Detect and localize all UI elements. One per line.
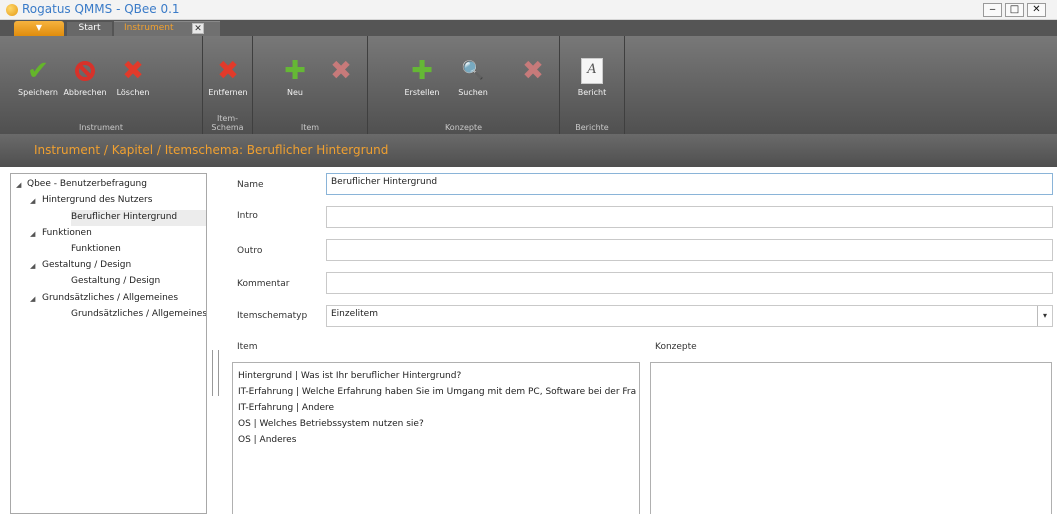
ribbon-group-instrument: ✔ Speichern Abbrechen ✖ Löschen Instrume… bbox=[0, 36, 203, 134]
create-concept-label: Erstellen bbox=[404, 88, 440, 97]
group-label-item-schema: Item-Schema bbox=[211, 114, 244, 132]
kommentar-field[interactable] bbox=[326, 272, 1053, 294]
list-item[interactable]: IT-Erfahrung | Andere bbox=[238, 403, 334, 413]
tree-node-chapter[interactable]: Gestaltung / Design bbox=[42, 260, 131, 270]
tree-node-itemschema[interactable]: Funktionen bbox=[71, 244, 121, 254]
ribbon-group-konzepte: ✚ Erstellen 🔍 Suchen ✖ Konzepte bbox=[368, 36, 560, 134]
expand-arrow-icon[interactable]: ◢ bbox=[30, 230, 35, 238]
search-concept-button[interactable]: 🔍 Suchen bbox=[453, 58, 493, 97]
window-title: Rogatus QMMS - QBee 0.1 bbox=[22, 2, 180, 16]
expand-arrow-icon[interactable]: ◢ bbox=[30, 197, 35, 205]
delete-button[interactable]: ✖ Löschen bbox=[113, 58, 153, 97]
name-field[interactable]: Beruflicher Hintergrund bbox=[326, 173, 1053, 195]
expand-arrow-icon[interactable]: ◢ bbox=[30, 262, 35, 270]
ribbon-group-berichte: A Bericht Berichte bbox=[560, 36, 625, 134]
report-label: Bericht bbox=[577, 88, 607, 97]
ribbon-group-item: ✚ Neu ✖ Item bbox=[253, 36, 368, 134]
search-concept-label: Suchen bbox=[458, 88, 488, 97]
konzepte-label: Konzepte bbox=[655, 342, 697, 352]
remove-concept-icon: ✖ bbox=[522, 56, 544, 86]
list-item[interactable]: OS | Anderes bbox=[238, 435, 296, 445]
list-item[interactable]: Hintergrund | Was ist Ihr beruflicher Hi… bbox=[238, 371, 461, 381]
create-concept-button[interactable]: ✚ Erstellen bbox=[400, 58, 444, 97]
expand-arrow-icon[interactable]: ◢ bbox=[16, 181, 21, 189]
outro-field[interactable] bbox=[326, 239, 1053, 261]
ribbon: ✔ Speichern Abbrechen ✖ Löschen Instrume… bbox=[0, 36, 1057, 134]
report-icon: A bbox=[581, 58, 603, 84]
close-window-button[interactable]: ✕ bbox=[1027, 3, 1046, 17]
list-item[interactable]: IT-Erfahrung | Welche Erfahrung haben Si… bbox=[238, 387, 636, 397]
group-label-instrument: Instrument bbox=[78, 123, 123, 132]
chevron-down-icon[interactable]: ▾ bbox=[1037, 306, 1052, 326]
kommentar-label: Kommentar bbox=[237, 279, 290, 289]
intro-label: Intro bbox=[237, 211, 258, 221]
remove-item-icon: ✖ bbox=[330, 56, 352, 86]
cancel-button[interactable]: Abbrechen bbox=[63, 58, 107, 97]
item-list[interactable]: Hintergrund | Was ist Ihr beruflicher Hi… bbox=[232, 362, 640, 514]
remove-label: Entfernen bbox=[208, 88, 248, 97]
remove-item-button[interactable]: ✖ bbox=[321, 58, 361, 88]
cancel-label: Abbrechen bbox=[63, 88, 107, 97]
panel-splitter[interactable] bbox=[212, 350, 219, 396]
tree-node-itemschema[interactable]: Gestaltung / Design bbox=[71, 276, 160, 286]
checkmark-icon: ✔ bbox=[27, 56, 49, 86]
delete-icon: ✖ bbox=[122, 56, 144, 86]
itemschematyp-select[interactable]: Einzelitem ▾ bbox=[326, 305, 1053, 327]
app-logo-icon bbox=[6, 4, 18, 16]
plus-icon: ✚ bbox=[284, 56, 306, 86]
group-label-konzepte: Konzepte bbox=[444, 123, 483, 132]
plus-icon: ✚ bbox=[411, 56, 433, 86]
intro-field[interactable] bbox=[326, 206, 1053, 228]
tab-instrument-label: Instrument bbox=[124, 23, 174, 33]
cancel-icon bbox=[75, 61, 95, 81]
tab-close-icon[interactable]: ✕ bbox=[192, 23, 204, 34]
group-label-item: Item bbox=[300, 123, 320, 132]
tree-node-itemschema[interactable]: Grundsätzliches / Allgemeines bbox=[71, 309, 206, 319]
list-item[interactable]: OS | Welches Betriebssystem nutzen sie? bbox=[238, 419, 424, 429]
ribbon-group-item-schema: ✖ Entfernen Item-Schema bbox=[203, 36, 253, 134]
breadcrumb-bar: Instrument / Kapitel / Itemschema: Beruf… bbox=[0, 134, 1057, 167]
new-item-label: Neu bbox=[287, 88, 303, 97]
item-label: Item bbox=[237, 342, 258, 352]
remove-icon: ✖ bbox=[217, 56, 239, 86]
outro-label: Outro bbox=[237, 246, 263, 256]
konzepte-list[interactable] bbox=[650, 362, 1052, 514]
remove-concept-button[interactable]: ✖ bbox=[513, 58, 553, 88]
save-button[interactable]: ✔ Speichern bbox=[18, 58, 58, 97]
expand-arrow-icon[interactable]: ◢ bbox=[30, 295, 35, 303]
tree-node-chapter[interactable]: Hintergrund des Nutzers bbox=[42, 195, 152, 205]
breadcrumb: Instrument / Kapitel / Itemschema: Beruf… bbox=[34, 143, 389, 157]
remove-button[interactable]: ✖ Entfernen bbox=[205, 58, 251, 97]
tree-node-chapter[interactable]: Funktionen bbox=[42, 228, 92, 238]
minimize-button[interactable]: ‒ bbox=[983, 3, 1002, 17]
tree-node-itemschema[interactable]: Beruflicher Hintergrund bbox=[71, 212, 177, 222]
name-label: Name bbox=[237, 180, 264, 190]
new-item-button[interactable]: ✚ Neu bbox=[275, 58, 315, 97]
maximize-button[interactable]: □ bbox=[1005, 3, 1024, 17]
instrument-tree[interactable]: ◢ Qbee - Benutzerbefragung ◢ Hintergrund… bbox=[10, 173, 207, 514]
group-label-berichte: Berichte bbox=[575, 123, 609, 132]
save-label: Speichern bbox=[18, 88, 58, 97]
tab-start[interactable]: Start bbox=[67, 22, 112, 36]
app-menu-button[interactable]: ▼ bbox=[14, 21, 64, 36]
itemschematyp-value: Einzelitem bbox=[331, 309, 378, 319]
report-button[interactable]: A Bericht bbox=[572, 58, 612, 97]
search-icon: 🔍 bbox=[461, 60, 485, 81]
tree-node-root[interactable]: Qbee - Benutzerbefragung bbox=[27, 179, 147, 189]
itemschematyp-label: Itemschematyp bbox=[237, 311, 308, 321]
delete-label: Löschen bbox=[116, 88, 150, 97]
tab-instrument[interactable]: Instrument ✕ bbox=[114, 21, 220, 36]
tree-node-chapter[interactable]: Grundsätzliches / Allgemeines bbox=[42, 293, 178, 303]
